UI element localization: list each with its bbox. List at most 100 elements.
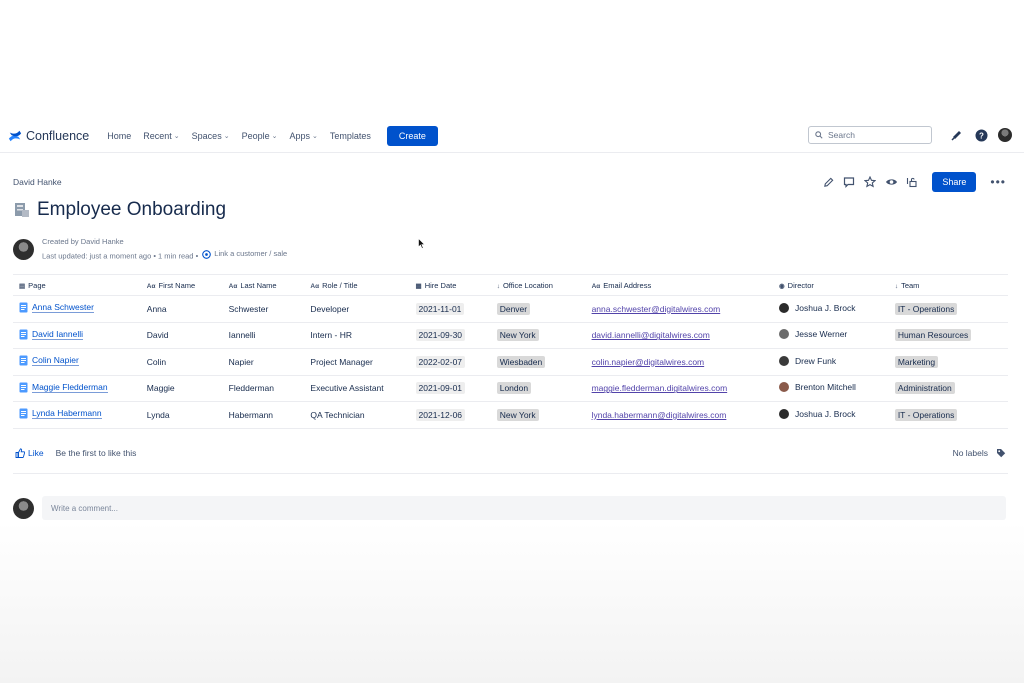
- profile-avatar[interactable]: [998, 128, 1012, 142]
- document-icon: [19, 355, 28, 366]
- text-icon: Aα: [310, 282, 320, 290]
- column-header[interactable]: ◉ Director: [772, 274, 889, 296]
- table-cell: Anna Schwester: [13, 295, 141, 323]
- page-icon: ▤: [19, 282, 26, 290]
- like-button[interactable]: Like: [15, 448, 44, 458]
- table-header-row: ▤ Page Aα First Name Aα Last Name Aα Role / Tit…: [13, 274, 1008, 296]
- nav-item-label: Spaces: [191, 131, 222, 141]
- search-icon: [815, 131, 823, 139]
- star-icon[interactable]: [863, 175, 877, 189]
- restrictions-lock-icon[interactable]: [905, 175, 919, 189]
- last-name: Iannelli: [228, 330, 256, 341]
- comment-row: Write a comment...: [13, 496, 1006, 520]
- author-avatar[interactable]: [13, 238, 34, 260]
- email-link[interactable]: maggie.fledderman.digitalwires.com: [592, 383, 728, 393]
- breadcrumb[interactable]: David Hanke: [13, 177, 62, 187]
- page-link[interactable]: Anna Schwester: [19, 302, 94, 314]
- column-header[interactable]: ↓ Office Location: [490, 274, 586, 296]
- text-icon: Aα: [146, 282, 156, 290]
- arrow-down-icon: ↓: [894, 282, 899, 290]
- page-byline: Created by David Hanke Last updated: jus…: [13, 236, 287, 263]
- table-cell: Joshua J. Brock: [772, 401, 889, 429]
- director[interactable]: Joshua J. Brock: [778, 302, 855, 313]
- director[interactable]: Jesse Werner: [778, 329, 847, 340]
- nav-item-apps[interactable]: Apps ⌄: [289, 131, 317, 141]
- column-header[interactable]: ▤ Page: [13, 274, 141, 296]
- help-icon[interactable]: ?: [974, 128, 988, 142]
- column-header[interactable]: ▦ Hire Date: [409, 274, 491, 296]
- table-row: Lynda Habermann Lynda Habermann QA Technici…: [13, 401, 1008, 429]
- table-cell: Marketing: [888, 348, 1008, 376]
- table-cell: 2021-09-01: [409, 375, 491, 402]
- nav-item-home[interactable]: Home: [107, 131, 131, 141]
- notifications-icon[interactable]: [950, 128, 964, 142]
- column-header[interactable]: Aα Last Name: [222, 274, 305, 296]
- column-header[interactable]: Aα Email Address: [585, 274, 773, 296]
- table-cell: david.iannelli@digitalwires.com: [585, 322, 773, 349]
- column-header-label: Page: [28, 280, 46, 290]
- office-location-tag: London: [496, 382, 532, 395]
- link-customer-link[interactable]: Link a customer / sale: [200, 248, 287, 260]
- page-background-fade: [0, 522, 1024, 683]
- table-cell: QA Technician: [304, 401, 410, 429]
- nav-item-people[interactable]: People ⌄: [242, 131, 278, 141]
- thumbs-up-icon: [15, 448, 25, 458]
- first-name: David: [146, 330, 169, 341]
- email-link[interactable]: david.iannelli@digitalwires.com: [592, 330, 710, 340]
- column-header-label: Last Name: [240, 280, 277, 290]
- share-button[interactable]: Share: [932, 172, 977, 192]
- table-cell: Maggie Fledderman: [13, 375, 141, 402]
- table-cell: Developer: [304, 295, 410, 323]
- page-link[interactable]: Maggie Fledderman: [19, 382, 108, 393]
- table-cell: Iannelli: [222, 322, 305, 349]
- column-header[interactable]: Aα First Name: [140, 274, 223, 296]
- email-link[interactable]: colin.napier@digitalwires.com: [592, 357, 705, 367]
- last-name: Napier: [228, 356, 254, 367]
- table-cell: Lynda: [140, 401, 223, 429]
- search-input[interactable]: Search: [808, 126, 932, 144]
- page-link-label: Anna Schwester: [32, 302, 94, 314]
- team-tag: Marketing: [894, 355, 939, 368]
- table-cell: London: [490, 375, 586, 402]
- director-name: Drew Funk: [794, 355, 837, 366]
- watch-eye-icon[interactable]: [884, 175, 898, 189]
- page-link[interactable]: David Iannelli: [19, 329, 84, 340]
- confluence-logo[interactable]: Confluence: [8, 129, 89, 143]
- search-placeholder: Search: [828, 130, 855, 140]
- table-cell: Habermann: [222, 401, 305, 429]
- director[interactable]: Brenton Mitchell: [778, 382, 856, 393]
- page-link[interactable]: Lynda Habermann: [19, 408, 102, 420]
- nav-item-label: People: [241, 131, 270, 141]
- email-link[interactable]: lynda.habermann@digitalwires.com: [592, 410, 727, 420]
- column-header-label: Office Location: [502, 280, 553, 290]
- email-link[interactable]: anna.schwester@digitalwires.com: [592, 304, 721, 314]
- table-cell: Brenton Mitchell: [772, 375, 889, 402]
- nav-item-spaces[interactable]: Spaces ⌄: [192, 131, 230, 141]
- edit-pencil-icon[interactable]: [821, 175, 835, 189]
- team-tag: IT - Operations: [894, 302, 958, 315]
- labels-text: No labels: [952, 448, 988, 458]
- office-location-tag: New York: [496, 408, 539, 421]
- labels-area: No labels: [953, 448, 1006, 458]
- tag-icon[interactable]: [996, 448, 1006, 458]
- table-cell: Project Manager: [304, 348, 410, 376]
- director-name: Brenton Mitchell: [794, 382, 856, 393]
- team-tag: Human Resources: [894, 329, 972, 342]
- nav-menu: Home Recent ⌄ Spaces ⌄ People ⌄ Apps ⌄ Templates: [107, 131, 383, 141]
- chevron-down-icon: ⌄: [173, 133, 180, 140]
- director[interactable]: Joshua J. Brock: [778, 408, 855, 419]
- comment-input[interactable]: Write a comment...: [42, 496, 1006, 520]
- nav-item-label: Home: [107, 131, 132, 141]
- comment-icon[interactable]: [842, 175, 856, 189]
- nav-item-recent[interactable]: Recent ⌄: [143, 131, 179, 141]
- column-header-label: Director: [787, 280, 814, 290]
- column-header[interactable]: Aα Role / Title: [304, 274, 410, 296]
- director[interactable]: Drew Funk: [778, 355, 837, 366]
- more-actions-icon[interactable]: •••: [990, 175, 1006, 189]
- create-button[interactable]: Create: [386, 126, 438, 146]
- page-link[interactable]: Colin Napier: [19, 355, 79, 367]
- table-cell: 2021-12-06: [409, 401, 491, 429]
- column-header[interactable]: ↓ Team: [888, 274, 1008, 296]
- title-row: Employee Onboarding: [13, 199, 226, 221]
- nav-item-templates[interactable]: Templates: [330, 131, 371, 141]
